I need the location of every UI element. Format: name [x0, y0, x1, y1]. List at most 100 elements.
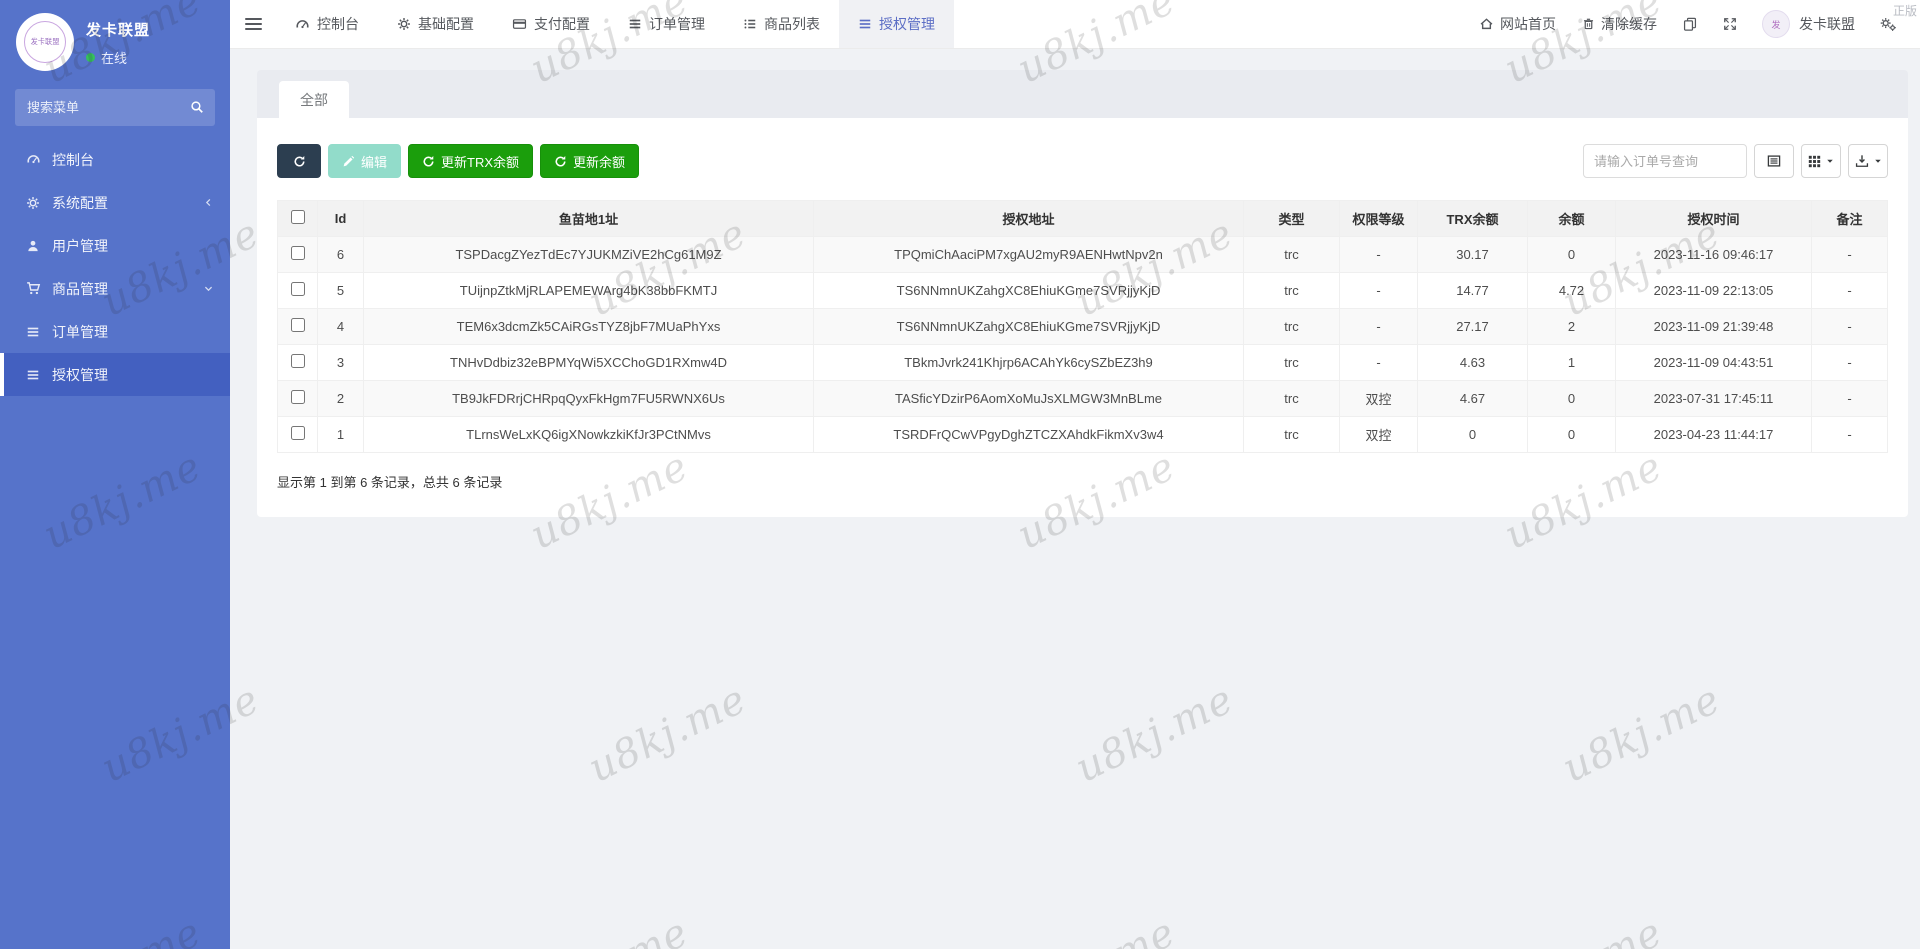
pencil-icon	[342, 155, 355, 168]
cell-id: 4	[317, 308, 364, 345]
refresh-balance-button[interactable]: 更新余额	[540, 144, 640, 178]
topbar-tab[interactable]: 支付配置	[493, 0, 609, 48]
cell-type: trc	[1243, 236, 1340, 273]
sidebar-toggle-button[interactable]	[230, 0, 276, 48]
cell-note: -	[1811, 236, 1888, 273]
topbar-tab[interactable]: 订单管理	[609, 0, 724, 48]
sidebar-menu: 控制台 系统配置 用户管理 商品管理 订单管理 授权管理	[0, 138, 230, 396]
toolbar-right	[1583, 144, 1888, 178]
user-avatar: 发	[1762, 10, 1790, 38]
table-row: 1 TLrnsWeLxKQ6igXNowkzkiKfJr3PCtNMvs TSR…	[277, 416, 1888, 453]
cell-auth-address: TS6NNmnUKZahgXC8EhiuKGme7SVRjjyKjD	[813, 272, 1244, 309]
brand-avatar[interactable]: 发卡联盟	[16, 13, 74, 71]
row-checkbox[interactable]	[290, 426, 305, 440]
detail-view-button[interactable]	[1754, 144, 1794, 178]
table-row: 6 TSPDacgZYezTdEc7YJUKMZiVE2hCg61M9Z TPQ…	[277, 236, 1888, 273]
list-icon	[743, 17, 757, 31]
sidebar-item[interactable]: 授权管理	[0, 353, 230, 396]
order-search	[1583, 144, 1747, 178]
sidebar-item-label: 订单管理	[52, 323, 108, 340]
cell-trx-balance: 0	[1417, 416, 1528, 453]
row-checkbox[interactable]	[290, 282, 305, 296]
sidebar-item[interactable]: 控制台	[0, 138, 230, 181]
cell-type: trc	[1243, 380, 1340, 417]
cell-fry-address: TSPDacgZYezTdEc7YJUKMZiVE2hCg61M9Z	[363, 236, 814, 273]
topbar-tab[interactable]: 基础配置	[378, 0, 493, 48]
row-select-cell	[277, 272, 318, 309]
col-perm-level: 权限等级	[1339, 200, 1418, 237]
order-search-input[interactable]	[1583, 144, 1747, 178]
cell-balance: 0	[1527, 416, 1616, 453]
cell-perm-level: 双控	[1339, 416, 1418, 453]
columns-dropdown-button[interactable]	[1801, 144, 1841, 178]
refresh-icon	[422, 155, 435, 168]
sidebar-item-label: 控制台	[52, 151, 94, 168]
col-auth-address: 授权地址	[813, 200, 1244, 237]
clear-cache-button[interactable]: 清除缓存	[1569, 0, 1670, 48]
copy-page-button[interactable]	[1670, 0, 1710, 48]
row-checkbox[interactable]	[290, 318, 305, 332]
site-home-link[interactable]: 网站首页	[1466, 0, 1569, 48]
refresh-icon	[293, 155, 306, 168]
col-note: 备注	[1811, 200, 1888, 237]
cell-id: 5	[317, 272, 364, 309]
cell-id: 2	[317, 380, 364, 417]
sidebar-search	[15, 89, 215, 126]
topbar-tab-label: 订单管理	[649, 16, 705, 32]
topbar-tab[interactable]: 授权管理	[839, 0, 954, 48]
sidebar-item[interactable]: 系统配置	[0, 181, 230, 224]
row-checkbox[interactable]	[290, 390, 305, 404]
sidebar-item[interactable]: 订单管理	[0, 310, 230, 353]
bars-icon	[25, 325, 41, 339]
cell-fry-address: TUijnpZtkMjRLAPEMEWArg4bK38bbFKMTJ	[363, 272, 814, 309]
bars-icon	[25, 368, 41, 382]
cell-auth-time: 2023-04-23 11:44:17	[1615, 416, 1812, 453]
online-status: 在线	[86, 48, 150, 67]
cell-auth-address: TS6NNmnUKZahgXC8EhiuKGme7SVRjjyKjD	[813, 308, 1244, 345]
card-icon	[512, 17, 527, 31]
panel-body: 编辑 更新TRX余额 更新余额 请输入订单号查询 Id 鱼苗地1址 授权地址 类…	[257, 118, 1908, 517]
cell-id: 6	[317, 236, 364, 273]
cell-auth-address: TBkmJvrk241Khjrp6ACAhYk6cySZbEZ3h9	[813, 344, 1244, 381]
caret-down-icon	[1874, 157, 1882, 165]
panel-heading: 全部	[257, 70, 1908, 118]
select-all-checkbox[interactable]	[290, 210, 305, 224]
brand: 发卡联盟 发卡联盟 在线	[0, 0, 230, 81]
trash-icon	[1582, 17, 1595, 31]
export-dropdown-button[interactable]	[1848, 144, 1888, 178]
topbar-tab[interactable]: 商品列表	[724, 0, 839, 48]
cell-perm-level: -	[1339, 272, 1418, 309]
topbar-tab[interactable]: 控制台	[276, 0, 378, 48]
auth-table: Id 鱼苗地1址 授权地址 类型 权限等级 TRX余额 余额 授权时间 备注 6…	[277, 200, 1888, 453]
cell-trx-balance: 14.77	[1417, 272, 1528, 309]
refresh-button[interactable]	[277, 144, 321, 178]
edit-button[interactable]: 编辑	[328, 144, 402, 178]
topbar-tabs: 控制台 基础配置 支付配置 订单管理 商品列表 授权管理	[276, 0, 954, 48]
user-menu[interactable]: 发 发卡联盟	[1750, 0, 1867, 48]
col-balance: 余额	[1527, 200, 1616, 237]
tab-all[interactable]: 全部	[279, 81, 349, 118]
sidebar-item-label: 商品管理	[52, 280, 108, 297]
col-type: 类型	[1243, 200, 1340, 237]
export-icon	[1855, 154, 1869, 168]
fullscreen-button[interactable]	[1710, 0, 1750, 48]
row-checkbox[interactable]	[290, 246, 305, 260]
search-icon[interactable]	[190, 100, 204, 114]
refresh-trx-balance-button[interactable]: 更新TRX余额	[408, 144, 534, 178]
cell-type: trc	[1243, 344, 1340, 381]
username: 发卡联盟	[1799, 16, 1855, 32]
menu-search-input[interactable]	[15, 89, 215, 126]
sidebar-item-label: 用户管理	[52, 237, 108, 254]
cell-note: -	[1811, 308, 1888, 345]
cell-trx-balance: 30.17	[1417, 236, 1528, 273]
cell-type: trc	[1243, 416, 1340, 453]
row-checkbox[interactable]	[290, 354, 305, 368]
cell-auth-address: TASficYDzirP6AomXoMuJsXLMGW3MnBLme	[813, 380, 1244, 417]
select-all-cell	[277, 200, 318, 237]
main-content: 全部 编辑 更新TRX余额 更新余额 请输入订单号查询 Id 鱼苗地1址 授权地…	[230, 49, 1920, 949]
cell-auth-address: TPQmiChAaciPM7xgAU2myR9AENHwtNpv2n	[813, 236, 1244, 273]
sidebar-item[interactable]: 用户管理	[0, 224, 230, 267]
refresh-icon	[554, 155, 567, 168]
bars-icon	[628, 17, 642, 31]
sidebar-item[interactable]: 商品管理	[0, 267, 230, 310]
